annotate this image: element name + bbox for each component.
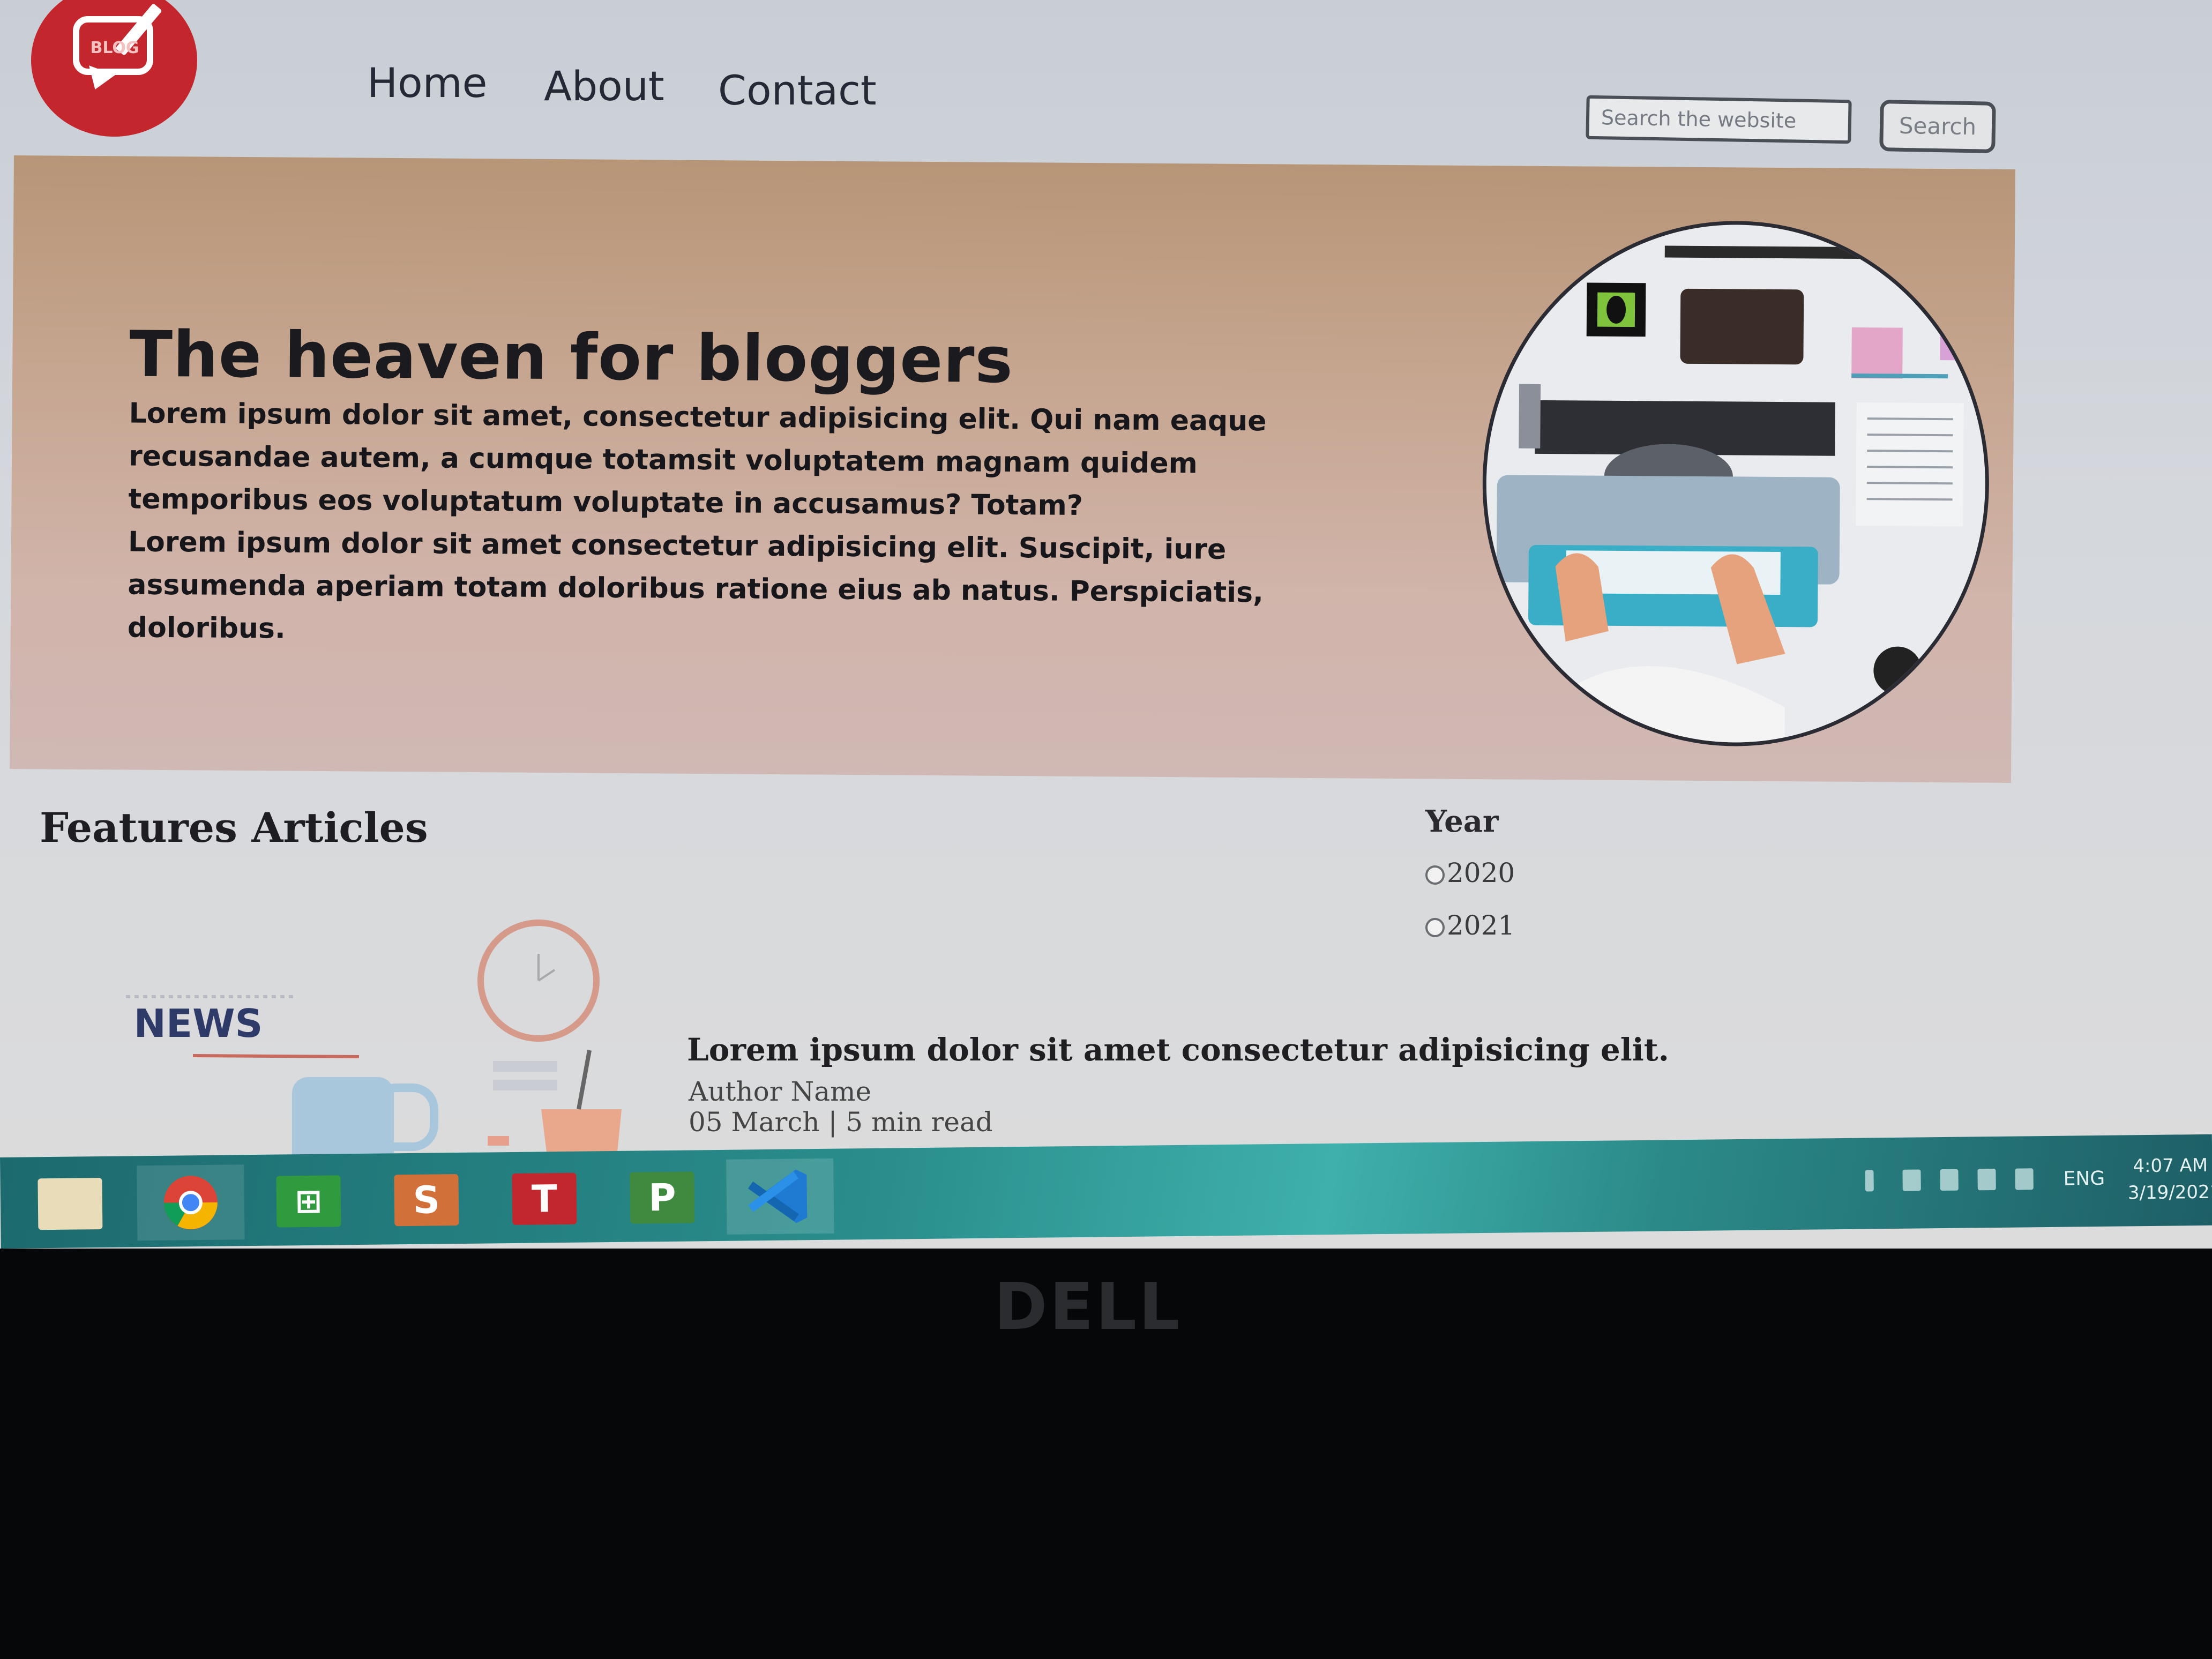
logo-text: BLOG: [90, 39, 139, 57]
article-meta: 05 March | 5 min read: [689, 1107, 993, 1138]
project-icon[interactable]: P: [608, 1160, 716, 1236]
clock-time[interactable]: 4:07 AM: [2133, 1155, 2208, 1177]
hero-banner: The heaven for bloggers Lorem ipsum dolo…: [10, 155, 2015, 783]
language-indicator[interactable]: ENG: [2063, 1168, 2105, 1190]
dell-logo: DELL: [994, 1270, 1182, 1344]
site-header: BLOG Home About Contact Search the websi…: [0, 0, 2212, 161]
store-icon[interactable]: ⊞: [255, 1163, 362, 1239]
radio-button[interactable]: [1425, 918, 1445, 937]
screen: BLOG Home About Contact Search the websi…: [0, 0, 2212, 1249]
file-explorer-icon[interactable]: [16, 1166, 124, 1242]
year-option-2021[interactable]: 2021: [1425, 910, 1515, 941]
features-heading: Features Articles: [40, 804, 428, 851]
sway-icon[interactable]: S: [372, 1162, 480, 1238]
year-option-label: 2020: [1447, 857, 1515, 888]
typewriter-icon: [1496, 245, 1989, 748]
signal-icon[interactable]: [2015, 1168, 2034, 1190]
radio-button[interactable]: [1425, 865, 1445, 885]
hero-paragraph-1: Lorem ipsum dolor sit amet, consectetur …: [128, 397, 1267, 522]
news-label: NEWS: [134, 1001, 263, 1046]
year-option-label: 2021: [1447, 910, 1515, 941]
system-tray: ENG 4:07 AM 3/19/2021: [1854, 1145, 2212, 1219]
hero-title: The heaven for bloggers: [129, 317, 1014, 398]
action-center-flag-icon[interactable]: [1977, 1168, 1996, 1191]
article-title[interactable]: Lorem ipsum dolor sit amet consectetur a…: [687, 1032, 1669, 1068]
search-input[interactable]: Search the website: [1586, 95, 1852, 144]
article-author: Author Name: [689, 1076, 872, 1107]
network-device-icon[interactable]: [1902, 1169, 1921, 1191]
nav-about[interactable]: About: [544, 62, 664, 110]
year-filter-label: Year: [1425, 804, 1499, 839]
nav-home[interactable]: Home: [367, 59, 487, 107]
typewriter-illustration: [1481, 219, 1991, 748]
blog-logo[interactable]: BLOG: [31, 0, 197, 137]
show-hidden-icons-icon[interactable]: [1865, 1170, 1874, 1192]
vscode-icon[interactable]: [726, 1158, 834, 1235]
teams-icon[interactable]: T: [490, 1161, 598, 1237]
clock-date[interactable]: 3/19/2021: [2128, 1182, 2212, 1204]
nav-contact[interactable]: Contact: [718, 66, 877, 114]
hero-paragraph-2: Lorem ipsum dolor sit amet consectetur a…: [127, 526, 1264, 645]
year-option-2020[interactable]: 2020: [1425, 857, 1515, 888]
search-button[interactable]: Search: [1879, 100, 1996, 153]
volume-icon[interactable]: [1940, 1169, 1959, 1191]
chrome-icon[interactable]: [137, 1164, 245, 1241]
